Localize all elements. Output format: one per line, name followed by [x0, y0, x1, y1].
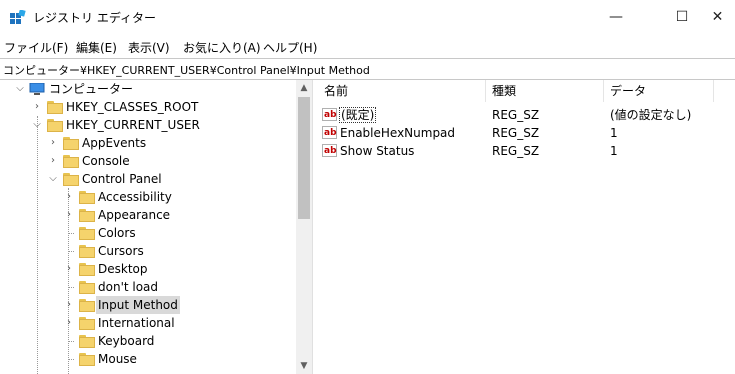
- folder-icon: [79, 281, 95, 294]
- scroll-down-arrow-icon[interactable]: ▼: [296, 358, 312, 374]
- tree-item-input-method[interactable]: › Input Method: [0, 296, 296, 314]
- folder-icon: [79, 245, 95, 258]
- window-title: レジストリ エディター: [33, 11, 156, 25]
- tree-item-label: don't load: [98, 280, 159, 294]
- tree-item-dont-load[interactable]: don't load: [0, 278, 296, 296]
- tree-item-international[interactable]: › International: [0, 314, 296, 332]
- folder-icon: [47, 119, 63, 132]
- computer-icon: [29, 83, 45, 95]
- values-list[interactable]: 名前 種類 データ ab (既定) REG_SZ (値の設定なし) ab Ena…: [318, 80, 735, 374]
- chevron-down-icon[interactable]: ⌵: [47, 170, 59, 188]
- tree-item-hkey-classes-root[interactable]: › HKEY_CLASSES_ROOT: [0, 98, 296, 116]
- tree-item-keyboard[interactable]: Keyboard: [0, 332, 296, 350]
- tree-item-computer[interactable]: ⌵ コンピューター: [0, 80, 296, 98]
- chevron-right-icon[interactable]: ›: [63, 188, 75, 206]
- menu-edit[interactable]: 編集(E): [76, 39, 117, 56]
- string-value-icon: ab: [322, 108, 337, 121]
- string-value-icon: ab: [322, 144, 337, 157]
- chevron-down-icon[interactable]: ⌵: [14, 80, 26, 98]
- tree-item-label: Control Panel: [82, 172, 162, 186]
- chevron-right-icon[interactable]: ›: [31, 98, 43, 116]
- chevron-right-icon[interactable]: ›: [63, 260, 75, 278]
- title-bar: レジストリ エディター — ☐ ✕: [0, 0, 735, 34]
- chevron-right-icon[interactable]: ›: [63, 296, 75, 314]
- value-type: REG_SZ: [492, 144, 540, 158]
- menu-view[interactable]: 表示(V): [128, 39, 170, 56]
- folder-icon: [79, 299, 95, 312]
- tree-item-label: Appearance: [98, 208, 171, 222]
- chevron-right-icon[interactable]: ›: [63, 314, 75, 332]
- folder-icon: [79, 353, 95, 366]
- value-type: REG_SZ: [492, 126, 540, 140]
- value-name: Show Status: [340, 144, 415, 158]
- tree-item-label: AppEvents: [82, 136, 147, 150]
- folder-icon: [47, 101, 63, 114]
- tree-item-label: Desktop: [98, 262, 148, 276]
- tree-item-appearance[interactable]: › Appearance: [0, 206, 296, 224]
- value-data: 1: [610, 126, 618, 140]
- value-data: 1: [610, 144, 618, 158]
- tree-item-hkey-current-user[interactable]: ⌵ HKEY_CURRENT_USER: [0, 116, 296, 134]
- chevron-right-icon[interactable]: ›: [47, 134, 59, 152]
- tree-item-label: Colors: [98, 226, 136, 240]
- column-header-type[interactable]: 種類: [486, 80, 604, 102]
- tree-scrollbar[interactable]: ▲ ▼: [296, 80, 312, 374]
- value-row[interactable]: ab Show Status REG_SZ 1: [318, 142, 735, 160]
- menu-bar: ファイル(F) 編集(E) 表示(V) お気に入り(A) ヘルプ(H): [0, 34, 735, 58]
- menu-file[interactable]: ファイル(F): [4, 39, 68, 56]
- chevron-down-icon[interactable]: ⌵: [31, 116, 43, 134]
- tree-item-label: HKEY_CURRENT_USER: [66, 118, 200, 132]
- folder-icon: [63, 155, 79, 168]
- value-name: EnableHexNumpad: [340, 126, 456, 140]
- string-value-icon: ab: [322, 126, 337, 139]
- tree-item-colors[interactable]: Colors: [0, 224, 296, 242]
- tree-item-label: Mouse: [98, 352, 137, 366]
- address-bar[interactable]: コンピューター¥HKEY_CURRENT_USER¥Control Panel¥…: [0, 58, 735, 80]
- column-header-data[interactable]: データ: [604, 80, 714, 102]
- value-type: REG_SZ: [492, 108, 540, 122]
- tree-item-label: Keyboard: [98, 334, 155, 348]
- tree-item-console[interactable]: › Console: [0, 152, 296, 170]
- scrollbar-thumb[interactable]: [298, 97, 310, 219]
- tree-item-label: コンピューター: [49, 82, 134, 96]
- tree-item-mouse[interactable]: Mouse: [0, 350, 296, 368]
- tree-item-desktop[interactable]: › Desktop: [0, 260, 296, 278]
- value-row[interactable]: ab EnableHexNumpad REG_SZ 1: [318, 124, 735, 142]
- column-header-name[interactable]: 名前: [318, 80, 486, 102]
- tree-item-label: Cursors: [98, 244, 144, 258]
- tree-item-accessibility[interactable]: › Accessibility: [0, 188, 296, 206]
- tree-item-label: Console: [82, 154, 130, 168]
- value-name: (既定): [339, 107, 377, 123]
- folder-icon: [63, 173, 79, 186]
- menu-help[interactable]: ヘルプ(H): [263, 39, 317, 56]
- chevron-right-icon[interactable]: ›: [63, 206, 75, 224]
- chevron-right-icon[interactable]: ›: [47, 152, 59, 170]
- tree-item-label: Accessibility: [98, 190, 172, 204]
- value-data: (値の設定なし): [610, 108, 692, 122]
- folder-icon: [79, 227, 95, 240]
- tree-item-label: HKEY_CLASSES_ROOT: [66, 100, 199, 114]
- folder-icon: [79, 317, 95, 330]
- folder-icon: [79, 191, 95, 204]
- maximize-button[interactable]: ☐: [659, 0, 705, 34]
- address-path[interactable]: コンピューター¥HKEY_CURRENT_USER¥Control Panel¥…: [3, 62, 370, 78]
- scroll-up-arrow-icon[interactable]: ▲: [296, 80, 312, 96]
- folder-icon: [63, 137, 79, 150]
- tree-item-cursors[interactable]: Cursors: [0, 242, 296, 260]
- registry-editor-app-icon: [10, 10, 26, 24]
- folder-icon: [79, 209, 95, 222]
- close-button[interactable]: ✕: [700, 0, 735, 34]
- value-row[interactable]: ab (既定) REG_SZ (値の設定なし): [318, 106, 735, 124]
- folder-icon: [79, 335, 95, 348]
- menu-favorites[interactable]: お気に入り(A): [183, 39, 261, 56]
- tree-item-appevents[interactable]: › AppEvents: [0, 134, 296, 152]
- key-tree[interactable]: ⌵ コンピューター › HKEY_CLASSES_ROOT ⌵ HKEY_CUR…: [0, 80, 296, 374]
- tree-item-label: International: [98, 316, 175, 330]
- tree-item-label: Input Method: [96, 296, 180, 314]
- minimize-button[interactable]: —: [593, 0, 639, 34]
- tree-item-control-panel[interactable]: ⌵ Control Panel: [0, 170, 296, 188]
- folder-icon: [79, 263, 95, 276]
